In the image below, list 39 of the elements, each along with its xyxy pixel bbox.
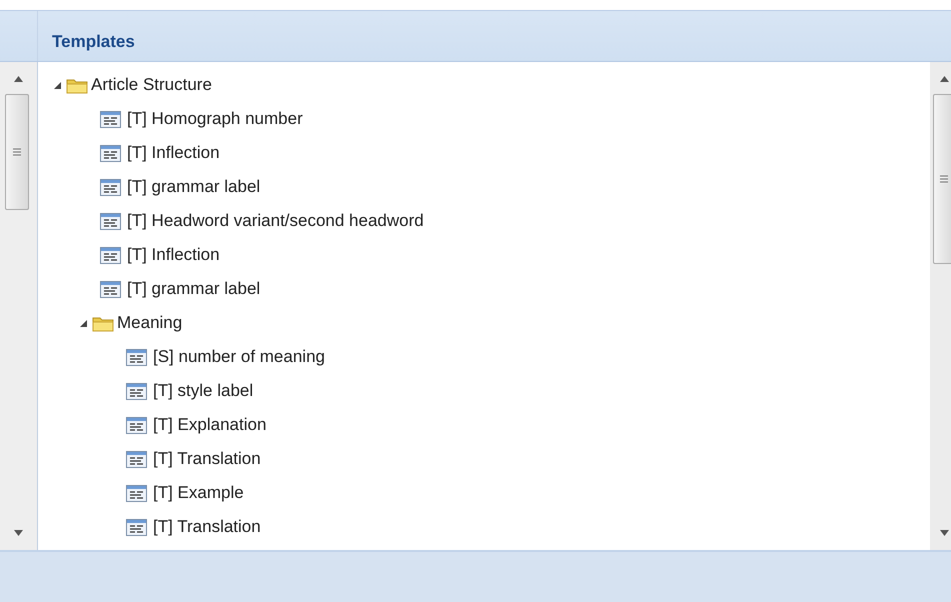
tree-item[interactable]: [T] Inflection	[127, 245, 220, 265]
tree-item[interactable]: [T] grammar label	[127, 279, 260, 299]
grip-icon	[940, 175, 948, 183]
tree-item[interactable]: [T] Headword variant/second headword	[127, 211, 424, 231]
scroll-up-icon[interactable]	[14, 76, 23, 82]
template-field-icon	[100, 280, 121, 298]
template-field-icon	[126, 484, 147, 502]
tree-item[interactable]: Article Structure	[91, 75, 212, 95]
template-field-icon	[126, 348, 147, 366]
tree-item[interactable]: [T] Inflection	[127, 143, 220, 163]
tree-item[interactable]: [T] style label	[153, 381, 254, 401]
template-field-icon	[126, 450, 147, 468]
tree-item[interactable]: [S] number of meaning	[153, 347, 325, 367]
tree-item[interactable]: [T] Translation	[153, 517, 261, 537]
tree-item[interactable]: Meaning	[117, 313, 182, 333]
tree-item[interactable]: [T] Example	[153, 483, 244, 503]
grip-icon	[12, 148, 20, 156]
scroll-thumb[interactable]	[933, 94, 951, 264]
template-field-icon	[100, 212, 121, 230]
scrollbar[interactable]	[0, 62, 38, 550]
template-field-icon	[100, 178, 121, 196]
tree-item[interactable]: [T] grammar label	[127, 177, 260, 197]
template-field-icon	[126, 382, 147, 400]
scroll-down-icon[interactable]	[940, 530, 949, 536]
template-field-icon	[100, 110, 121, 128]
template-field-icon	[126, 416, 147, 434]
tree-item[interactable]: [T] Explanation	[153, 415, 266, 435]
tree-item[interactable]: [T] Translation	[153, 449, 261, 469]
scroll-down-icon[interactable]	[14, 530, 23, 536]
template-field-icon	[126, 518, 147, 536]
collapse-icon[interactable]	[80, 320, 87, 326]
template-field-icon	[100, 144, 121, 162]
panel-title: Templates	[51, 31, 135, 53]
scrollbar[interactable]	[930, 62, 951, 550]
tree-item[interactable]: [T] Homograph number	[127, 109, 303, 129]
scroll-up-icon[interactable]	[940, 76, 949, 82]
template-field-icon	[100, 246, 121, 264]
collapse-icon[interactable]	[54, 82, 61, 88]
scroll-thumb[interactable]	[4, 94, 28, 210]
